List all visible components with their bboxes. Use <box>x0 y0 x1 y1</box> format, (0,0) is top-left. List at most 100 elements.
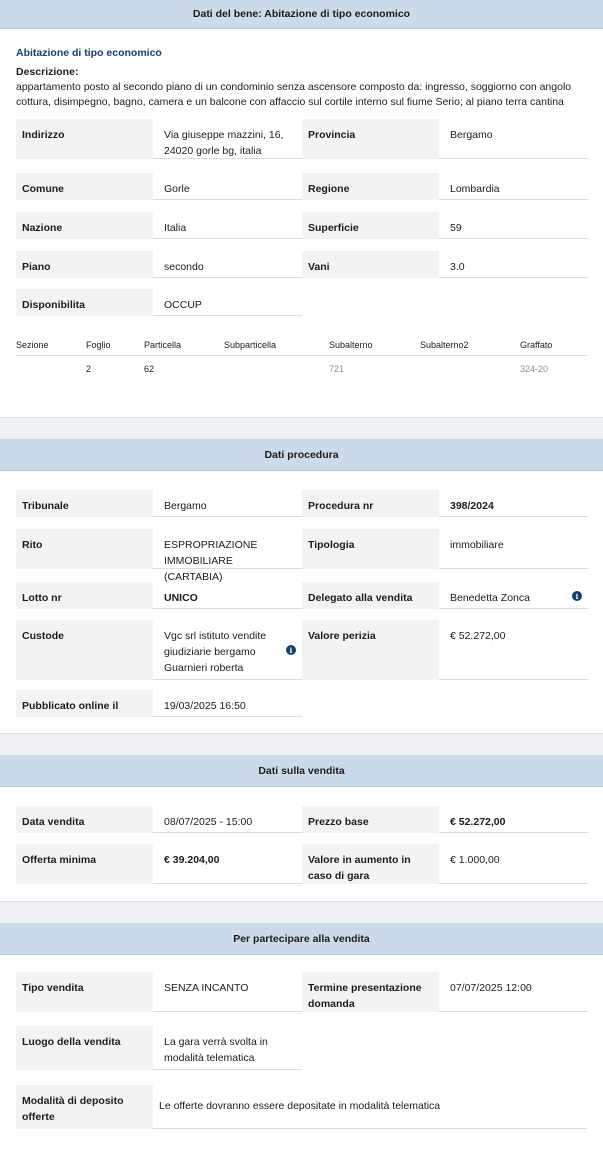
field-valore-aumento: Valore in aumento in caso di gara € 1.00… <box>302 844 588 884</box>
section-header-dati-vendita: Dati sulla vendita <box>0 755 603 787</box>
bene-fields: Nazione Italia Superficie 59 <box>16 212 588 239</box>
table-cell <box>420 355 520 379</box>
field-value: SENZA INCANTO <box>153 972 302 1012</box>
field-tipologia: Tipologia immobiliare <box>302 529 588 569</box>
procedura-fields: Pubblicato online il 19/03/2025 16:50 <box>16 690 587 717</box>
field-label: Custode <box>16 620 153 680</box>
field-label: Nazione <box>16 212 153 239</box>
table-cell: 324-20 <box>520 364 549 375</box>
section-dati-procedura: Dati procedura Tribunale Bergamo Procedu… <box>0 439 603 734</box>
bene-fields: Indirizzo Via giuseppe mazzini, 16, 2402… <box>16 119 588 159</box>
field-provincia: Provincia Bergamo <box>302 119 588 159</box>
vendita-fields: Offerta minima € 39.204,00 Valore in aum… <box>16 844 588 884</box>
column-header: Foglio <box>86 339 144 356</box>
field-disponibilita: Disponibilita OCCUP <box>16 289 302 316</box>
field-value: 07/07/2025 12:00 <box>439 972 588 1012</box>
field-termine: Termine presentazione domanda 07/07/2025… <box>302 972 588 1012</box>
field-value: 398/2024 <box>439 490 588 517</box>
field-label: Offerta minima <box>16 844 153 884</box>
field-value: La gara verrà svolta in modalità telemat… <box>153 1026 302 1070</box>
field-label: Termine presentazione domanda <box>302 972 439 1012</box>
table-header-row: Sezione Foglio Particella Subparticella … <box>16 339 587 356</box>
field-label: Comune <box>16 173 153 200</box>
field-value: ESPROPRIAZIONE IMMOBILIARE (CARTABIA) <box>153 529 302 583</box>
section-header-dati-procedura: Dati procedura <box>0 439 603 471</box>
field-value: 19/03/2025 16:50 <box>153 690 302 717</box>
field-value: € 39.204,00 <box>153 844 302 884</box>
field-value: € 52.272,00 <box>439 620 588 680</box>
table-cell: 2 <box>86 364 92 375</box>
field-superficie: Superficie 59 <box>302 212 588 239</box>
field-nazione: Nazione Italia <box>16 212 302 239</box>
vendita-fields: Data vendita 08/07/2025 - 15:00 Prezzo b… <box>16 806 588 833</box>
field-label: Tipo vendita <box>16 972 153 1012</box>
section-dati-vendita: Dati sulla vendita Data vendita 08/07/20… <box>0 755 603 902</box>
field-value: Gorle <box>153 173 302 200</box>
info-icon[interactable]: i <box>572 591 582 601</box>
table-cell: 62 <box>144 364 155 375</box>
field-label: Piano <box>16 251 153 278</box>
field-value: OCCUP <box>153 289 302 316</box>
field-label: Data vendita <box>16 806 153 833</box>
field-prezzo-base: Prezzo base € 52.272,00 <box>302 806 588 833</box>
field-value: Lombardia <box>439 173 588 200</box>
field-label: Indirizzo <box>16 119 153 159</box>
field-value: immobiliare <box>439 529 588 569</box>
procedura-fields: Custode Vgc srl istituto vendite giudizi… <box>16 620 588 680</box>
section-gap <box>0 902 603 923</box>
procedura-fields: Tribunale Bergamo Procedura nr 398/2024 <box>16 490 588 517</box>
partecipare-fields: Tipo vendita SENZA INCANTO Termine prese… <box>16 972 588 1012</box>
field-delegato: Delegato alla vendita Benedetta Zonca i <box>302 582 588 609</box>
column-header: Particella <box>144 339 224 356</box>
field-label: Vani <box>302 251 439 278</box>
field-regione: Regione Lombardia <box>302 173 588 200</box>
table-row: 2 62 721 324-20 <box>16 355 587 379</box>
field-label: Superficie <box>302 212 439 239</box>
field-offerta-minima: Offerta minima € 39.204,00 <box>16 844 302 884</box>
info-icon[interactable]: i <box>286 645 296 655</box>
field-value: Vgc srl istituto vendite giudiziarie ber… <box>153 620 302 680</box>
column-header: Subalterno2 <box>420 339 520 356</box>
field-modalita-deposito: Modalità di deposito offerte Le offerte … <box>16 1085 587 1129</box>
field-label: Rito <box>16 529 153 569</box>
field-label: Provincia <box>302 119 439 159</box>
field-label: Luogo della vendita <box>16 1026 153 1070</box>
field-value: Italia <box>153 212 302 239</box>
page: Dati del bene: Abitazione di tipo econom… <box>0 0 603 1157</box>
section-header-partecipare: Per partecipare alla vendita <box>0 923 603 955</box>
field-label: Pubblicato online il <box>16 690 153 717</box>
column-header: Subparticella <box>224 339 329 356</box>
field-value: € 52.272,00 <box>439 806 588 833</box>
field-value: Bergamo <box>153 490 302 517</box>
field-value: Benedetta Zonca <box>439 582 588 609</box>
catasto-table: Sezione Foglio Particella Subparticella … <box>16 339 587 379</box>
description-label: Descrizione: <box>16 66 79 78</box>
bene-fields: Disponibilita OCCUP <box>16 289 587 316</box>
field-value: 08/07/2025 - 15:00 <box>153 806 302 833</box>
section-gap <box>0 734 603 755</box>
field-procedura-nr: Procedura nr 398/2024 <box>302 490 588 517</box>
column-header: Sezione <box>16 339 86 356</box>
section-partecipare: Per partecipare alla vendita Tipo vendit… <box>0 923 603 1157</box>
field-value: Le offerte dovranno essere depositate in… <box>153 1085 587 1129</box>
field-custode: Custode Vgc srl istituto vendite giudizi… <box>16 620 302 680</box>
procedura-fields: Lotto nr UNICO Delegato alla vendita Ben… <box>16 582 588 609</box>
field-value: Via giuseppe mazzini, 16, 24020 gorle bg… <box>153 119 302 159</box>
field-value: UNICO <box>153 582 302 609</box>
field-value: 3.0 <box>439 251 588 278</box>
field-pubblicato: Pubblicato online il 19/03/2025 16:50 <box>16 690 302 717</box>
field-label: Valore perizia <box>302 620 439 680</box>
column-header: Subalterno <box>329 339 420 356</box>
table-cell <box>16 355 86 379</box>
section-header-dati-bene: Dati del bene: Abitazione di tipo econom… <box>0 0 603 29</box>
field-piano: Piano secondo <box>16 251 302 278</box>
field-label: Prezzo base <box>302 806 439 833</box>
partecipare-fields: Luogo della vendita La gara verrà svolta… <box>16 1026 587 1070</box>
field-label: Lotto nr <box>16 582 153 609</box>
field-label: Tipologia <box>302 529 439 569</box>
bene-fields: Piano secondo Vani 3.0 <box>16 251 588 278</box>
field-label: Delegato alla vendita <box>302 582 439 609</box>
field-lotto: Lotto nr UNICO <box>16 582 302 609</box>
field-valore-perizia: Valore perizia € 52.272,00 <box>302 620 588 680</box>
field-label: Procedura nr <box>302 490 439 517</box>
